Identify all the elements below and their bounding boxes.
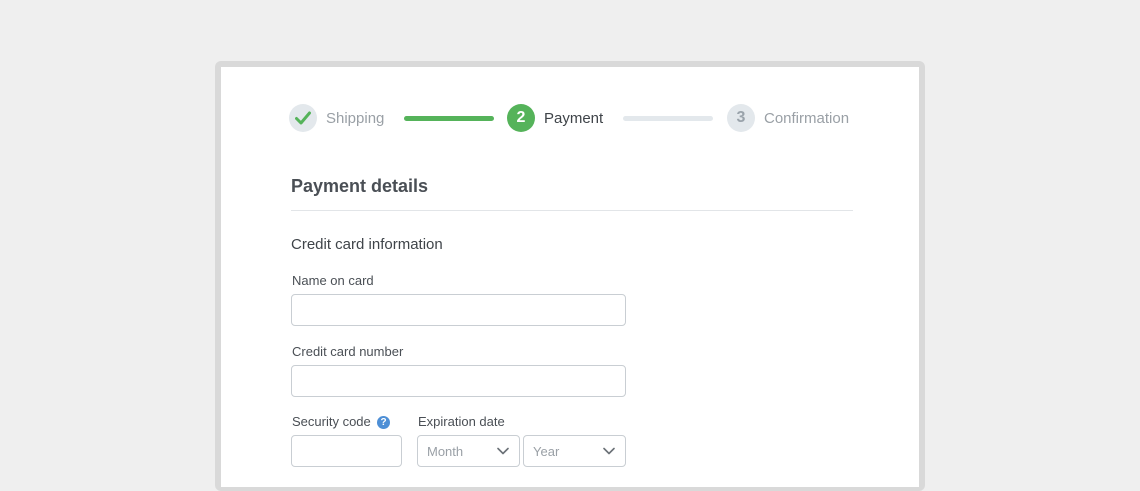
step-connector-upcoming [623,116,713,121]
step-payment-label[interactable]: Payment [544,110,603,128]
step-connector-completed [404,116,494,121]
expiration-month-select[interactable]: Month [417,435,520,467]
subsection-title: Credit card information [291,236,443,253]
step-confirmation-circle[interactable]: 3 [727,104,755,132]
step-shipping-label[interactable]: Shipping [326,110,384,128]
name-on-card-label: Name on card [292,273,374,288]
chevron-down-icon [496,444,510,458]
security-code-label: Security code [292,414,371,429]
card-number-input[interactable] [291,365,626,397]
card-number-label: Credit card number [292,344,404,359]
security-code-input[interactable] [291,435,402,467]
name-on-card-input[interactable] [291,294,626,326]
section-divider [291,210,853,211]
chevron-down-icon [602,444,616,458]
checkmark-icon [295,111,311,125]
step-shipping-circle[interactable] [289,104,317,132]
year-select-value: Year [533,443,560,459]
step-payment-circle[interactable]: 2 [507,104,535,132]
step-confirmation-label[interactable]: Confirmation [764,110,849,128]
month-select-value: Month [427,443,464,459]
expiration-date-label: Expiration date [418,414,505,429]
question-mark-icon[interactable]: ? [377,416,390,429]
expiration-year-select[interactable]: Year [523,435,626,467]
page-title: Payment details [291,176,429,196]
